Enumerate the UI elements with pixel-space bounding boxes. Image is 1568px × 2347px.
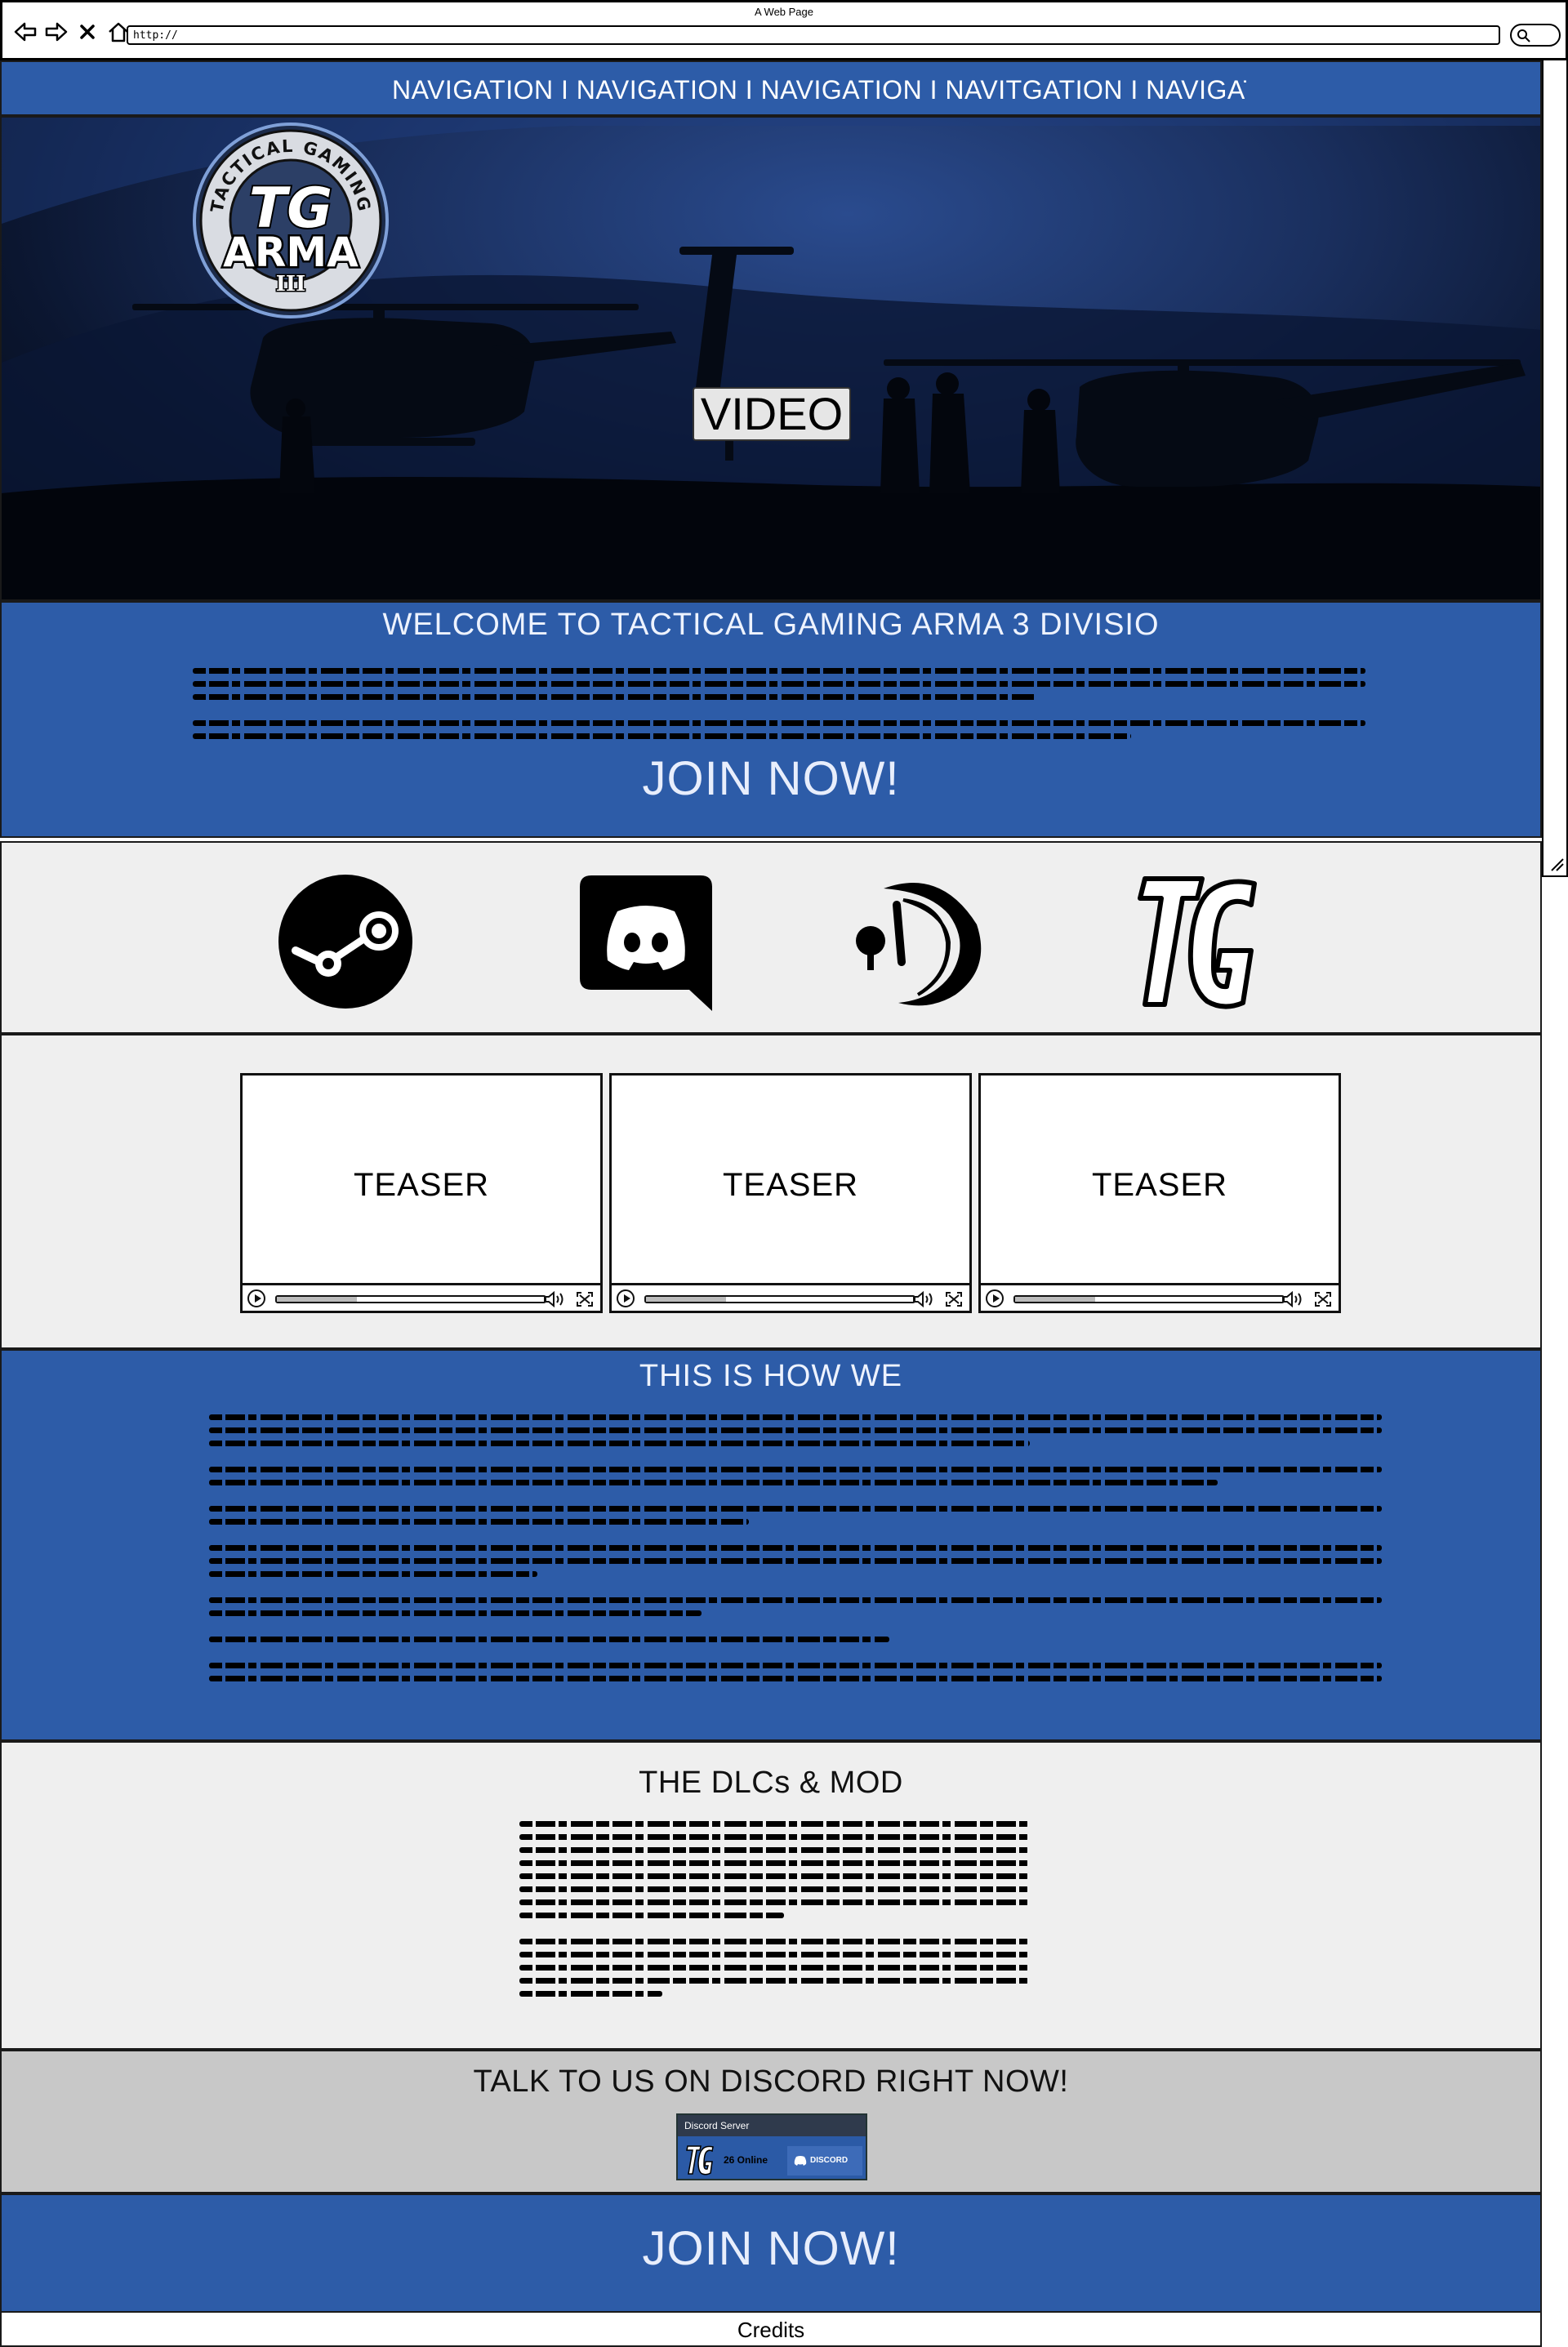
volume-icon[interactable] (543, 1291, 566, 1307)
teaser-video-player[interactable]: TEASER (240, 1073, 603, 1313)
welcome-section: WELCOME TO TACTICAL GAMING ARMA 3 DIVISI… (0, 601, 1542, 838)
video-progress-bar[interactable] (275, 1295, 546, 1303)
search-icon (1517, 29, 1530, 42)
how-we-section: THIS IS HOW WE (0, 1349, 1542, 1741)
join-now-button[interactable]: JOIN NOW! (2, 751, 1540, 806)
browser-chrome: A Web Page http:// (0, 0, 1568, 60)
logo-roman-text: III (276, 272, 306, 296)
discord-heading: TALK TO US ON DISCORD RIGHT NOW! (473, 2064, 1069, 2099)
tg-icon[interactable] (1129, 872, 1267, 1011)
video-progress-bar[interactable] (1013, 1295, 1285, 1303)
discord-section: TALK TO US ON DISCORD RIGHT NOW! Discord… (0, 2050, 1542, 2193)
how-we-heading: THIS IS HOW WE (639, 1359, 903, 1393)
credits-link[interactable]: Credits (2, 2318, 1540, 2343)
join-now-button[interactable]: JOIN NOW! (2, 2221, 1540, 2276)
url-input[interactable]: http:// (127, 25, 1500, 45)
vertical-scrollbar[interactable] (1542, 60, 1568, 877)
discord-icon (794, 2156, 807, 2166)
resize-grip-icon (1551, 858, 1564, 871)
welcome-body-text (193, 668, 1365, 746)
fullscreen-icon[interactable] (1314, 1291, 1332, 1307)
video-controls (612, 1283, 969, 1311)
how-we-body-text (209, 1414, 1382, 1689)
fullscreen-icon[interactable] (945, 1291, 963, 1307)
credits-footer: Credits (0, 2313, 1542, 2347)
fullscreen-icon[interactable] (576, 1291, 594, 1307)
teaser-title: TEASER (722, 1167, 859, 1203)
social-links-section (0, 841, 1542, 1034)
video-controls (981, 1283, 1339, 1311)
teaser-video-player[interactable]: TEASER (978, 1073, 1341, 1313)
back-arrow-icon[interactable] (14, 21, 37, 42)
teaser-video-player[interactable]: TEASER (609, 1073, 972, 1313)
widget-header: Discord Server (678, 2115, 866, 2136)
join-now-footer-section: JOIN NOW! (0, 2193, 1542, 2313)
discord-button-label: DISCORD (810, 2156, 849, 2165)
play-icon[interactable] (986, 1289, 1004, 1307)
online-count: 26 Online (724, 2154, 768, 2166)
play-icon[interactable] (617, 1289, 635, 1307)
browser-search-button[interactable] (1510, 24, 1561, 47)
teaser-title: TEASER (1091, 1167, 1228, 1203)
dlc-body-text (519, 1821, 1029, 2004)
discord-connect-button[interactable]: DISCORD (787, 2146, 862, 2176)
video-progress-bar[interactable] (644, 1295, 915, 1303)
navigation-links[interactable]: NAVIGATION I NAVIGATION I NAVIGATION I N… (392, 75, 1246, 105)
window-title: A Web Page (754, 6, 814, 18)
video-placeholder-label[interactable]: VIDEO (693, 387, 851, 441)
play-icon[interactable] (247, 1289, 265, 1307)
logo-arma-text: ARMA (223, 229, 359, 276)
top-navigation-bar: NAVIGATION I NAVIGATION I NAVIGATION I N… (0, 60, 1542, 116)
browser-nav-buttons (14, 20, 130, 43)
tactical-gaming-arma-logo[interactable]: TACTICAL GAMING TG ARMA III (189, 122, 392, 318)
video-controls (243, 1283, 600, 1311)
tg-icon (686, 2145, 714, 2176)
teaser-title: TEASER (353, 1167, 490, 1203)
teamspeak-icon[interactable] (851, 872, 990, 1011)
dlc-mods-section: THE DLCs & MOD (0, 1741, 1542, 2050)
discord-server-widget[interactable]: Discord Server 26 Online DISCORD (676, 2113, 867, 2180)
dlc-heading: THE DLCs & MOD (639, 1766, 903, 1800)
forward-arrow-icon[interactable] (45, 21, 68, 42)
close-icon[interactable] (76, 21, 99, 42)
welcome-heading: WELCOME TO TACTICAL GAMING ARMA 3 DIVISI… (382, 608, 1160, 642)
discord-icon[interactable] (577, 872, 715, 1011)
teaser-videos-section: TEASER TEASER TEASER (0, 1034, 1542, 1349)
volume-icon[interactable] (1281, 1291, 1304, 1307)
steam-icon[interactable] (276, 872, 415, 1011)
volume-icon[interactable] (912, 1291, 935, 1307)
